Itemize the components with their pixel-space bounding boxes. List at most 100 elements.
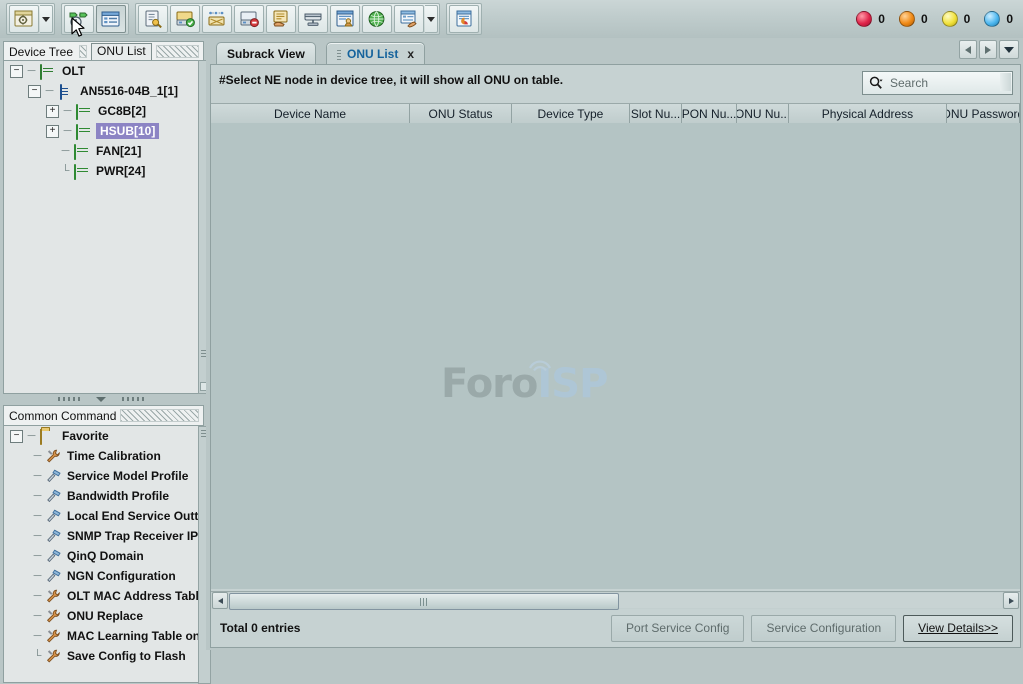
previous-tab-button[interactable] [959,40,977,59]
ne-icon [58,85,75,98]
tab-navigation [959,40,1019,59]
command-item-ngn-configuration[interactable]: ─ NGN Configuration [4,566,198,586]
tree-line: ─ [60,146,71,157]
onu-list-panel-button[interactable]: ONU List [91,43,152,61]
tab-label: Subrack View [227,47,305,61]
total-entries-label: Total 0 entries [220,621,300,635]
device-tree[interactable]: − ─ OLT − ─ AN5516-04B_1[1] + ─ GC8B[2] … [3,60,199,394]
tab-subrack-view[interactable]: Subrack View [216,42,316,65]
column-header-onu-status[interactable]: ONU Status [410,104,512,124]
document-key-button[interactable] [138,5,168,33]
common-command-tree[interactable]: − ─ Favorite ─ Time Calibration ─ Servic… [3,426,199,683]
command-item-mac-learning-table[interactable]: ─ MAC Learning Table on P [4,626,198,646]
tree-node-label: AN5516-04B_1[1] [80,84,178,98]
command-item-snmp-trap-receiver-ip[interactable]: ─ SNMP Trap Receiver IP [4,526,198,546]
next-tab-button[interactable] [979,40,997,59]
globe-button[interactable] [362,5,392,33]
search-input[interactable]: Search [862,71,1013,95]
tree-node-hsub[interactable]: + ─ HSUB[10] [4,121,198,141]
window-settings-dropdown[interactable] [40,5,53,33]
column-header-slot-number[interactable]: Slot Nu... [630,104,682,124]
tree-node-pwr[interactable]: └ PWR[24] [4,161,198,181]
drag-grip-common[interactable] [120,409,199,422]
column-header-device-name[interactable]: Device Name [211,104,410,124]
server-button[interactable] [298,5,328,33]
scroll-right-button[interactable] [1003,592,1019,609]
view-details-button[interactable]: View Details>> [903,615,1013,642]
expand-toggle-icon[interactable]: + [46,125,59,138]
tree-line: ─ [26,431,37,442]
command-item-service-model-profile[interactable]: ─ Service Model Profile [4,466,198,486]
hint-text: #Select NE node in device tree, it will … [219,73,563,87]
left-panel: Device Tree ONU List − ─ OLT − ─ AN5516-… [0,38,206,650]
view-details-label: View Details>> [918,621,998,635]
onu-list-button[interactable] [96,5,126,33]
chevron-down-icon [42,17,50,22]
expand-toggle-icon[interactable]: + [46,105,59,118]
rack-user-button[interactable] [330,5,360,33]
command-item-local-end-service-outter[interactable]: ─ Local End Service Outter [4,506,198,526]
table-body[interactable]: ForoISP [211,123,1020,589]
alarm-critical[interactable]: 0 [856,11,885,27]
scrollbar-track[interactable] [229,593,1002,608]
hammer-icon [46,509,62,523]
command-item-bandwidth-profile[interactable]: ─ Bandwidth Profile [4,486,198,506]
tab-onu-list[interactable]: ONU List x [326,42,425,66]
column-header-physical-address[interactable]: Physical Address [789,104,946,124]
alarm-minor[interactable]: 0 [942,11,971,27]
window-settings-button[interactable] [9,5,39,33]
device-add-button[interactable] [170,5,200,33]
hammer-icon [46,529,62,543]
device-remove-button[interactable] [234,5,264,33]
tree-node-fan[interactable]: ─ FAN[21] [4,141,198,161]
collapse-toggle-icon[interactable]: − [10,430,23,443]
command-item-time-calibration[interactable]: ─ Time Calibration [4,446,198,466]
splitter-collapse-icon[interactable] [96,397,106,402]
command-item-qinq-domain[interactable]: ─ QinQ Domain [4,546,198,566]
chevron-down-icon [1004,47,1014,53]
search-resize-grip[interactable] [1000,73,1011,91]
column-header-device-type[interactable]: Device Type [512,104,630,124]
command-item-save-config-to-flash[interactable]: └ Save Config to Flash [4,646,198,666]
hammer-icon [46,549,62,563]
topology-button[interactable] [202,5,232,33]
footer-buttons: Port Service Config Service Configuratio… [611,615,1013,642]
tree-node-an5516[interactable]: − ─ AN5516-04B_1[1] [4,81,198,101]
command-item-onu-replace[interactable]: ─ ONU Replace [4,606,198,626]
alarm-minor-icon [942,11,958,27]
collapse-toggle-icon[interactable]: − [10,65,23,78]
tree-node-olt[interactable]: − ─ OLT [4,61,198,81]
tree-node-favorite[interactable]: − ─ Favorite [4,426,198,446]
device-tree-title: Device Tree [9,45,73,59]
column-header-onu-password[interactable]: ONU Password [947,104,1020,124]
toolbar-group-view [6,3,55,35]
wrench-icon [46,589,62,603]
tab-list-button[interactable] [999,40,1019,59]
command-item-olt-mac-address-table[interactable]: ─ OLT MAC Address Table [4,586,198,606]
tree-node-gc8b[interactable]: + ─ GC8B[2] [4,101,198,121]
report-button[interactable] [449,5,479,33]
column-header-onu-number[interactable]: ONU Nu... [737,104,789,124]
document-hand-button[interactable] [266,5,296,33]
tree-spacer [46,166,57,177]
scroll-left-button[interactable] [212,592,228,609]
tree-node-label: GC8B[2] [98,104,146,118]
panel-splitter[interactable] [3,395,199,403]
document-edit-button[interactable] [394,5,424,33]
service-configuration-button[interactable]: Service Configuration [751,615,896,642]
alarm-major[interactable]: 0 [899,11,928,27]
search-icon [869,76,883,90]
scrollbar-thumb[interactable] [229,593,619,610]
drag-grip-right[interactable] [156,45,199,58]
tree-node-label: PWR[24] [96,164,145,178]
column-header-pon-number[interactable]: PON Nu... [682,104,736,124]
tree-line: ─ [32,451,43,462]
alarm-warning[interactable]: 0 [984,11,1013,27]
alarm-warning-count: 0 [1006,12,1013,26]
drag-grip-left[interactable] [79,45,87,58]
horizontal-scrollbar[interactable] [211,591,1020,609]
collapse-toggle-icon[interactable]: − [28,85,41,98]
port-service-config-button[interactable]: Port Service Config [611,615,744,642]
close-icon[interactable]: x [407,47,414,61]
document-edit-dropdown[interactable] [425,5,438,33]
